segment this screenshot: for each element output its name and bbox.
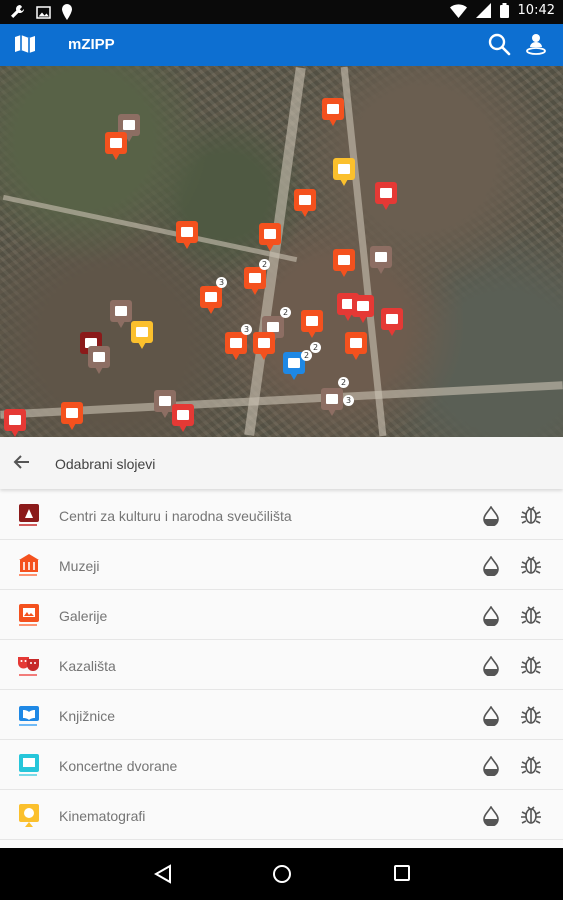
home-circle-icon[interactable] [272, 864, 292, 884]
cluster-count[interactable]: 2 [280, 307, 291, 318]
cluster-count[interactable]: 2 [310, 342, 321, 353]
remove-layer-icon[interactable] [520, 754, 542, 776]
opacity-icon[interactable] [482, 806, 500, 826]
museum-marker[interactable] [225, 332, 247, 360]
image-icon [36, 5, 51, 19]
remove-layer-icon[interactable] [520, 654, 542, 676]
museum-marker[interactable] [259, 223, 281, 251]
gallery-marker[interactable] [244, 267, 266, 295]
theatre-marker[interactable] [381, 308, 403, 336]
opacity-icon[interactable] [482, 706, 500, 726]
theatre-marker[interactable] [172, 404, 194, 432]
app-bar: mZIPP [0, 24, 563, 66]
gallery-marker[interactable] [333, 249, 355, 277]
gallery-marker[interactable] [322, 98, 344, 126]
cluster-count[interactable]: 3 [343, 395, 354, 406]
gallery-marker[interactable] [253, 332, 275, 360]
remove-layer-icon[interactable] [520, 554, 542, 576]
layer-label: Kinematografi [59, 808, 146, 824]
back-arrow-icon[interactable] [12, 453, 30, 471]
map-road [0, 381, 563, 419]
cinema-icon [19, 804, 39, 827]
layer-label: Koncertne dvorane [59, 758, 178, 774]
gallery-marker[interactable] [294, 189, 316, 217]
museum-marker[interactable] [110, 300, 132, 328]
museum-icon [19, 554, 39, 576]
opacity-icon[interactable] [482, 556, 500, 576]
cluster-count[interactable]: 2 [259, 259, 270, 270]
gallery-marker[interactable] [301, 310, 323, 338]
theatre-marker[interactable] [352, 295, 374, 323]
back-triangle-icon[interactable] [154, 864, 172, 884]
battery-icon [499, 3, 509, 18]
opacity-icon[interactable] [482, 656, 500, 676]
museum-marker[interactable] [88, 346, 110, 374]
museum-marker[interactable] [321, 388, 343, 416]
recents-square-icon[interactable] [393, 864, 411, 882]
layer-row-galleries[interactable]: Galerije [0, 591, 563, 640]
clock: 10:42 [517, 3, 555, 18]
map-road [2, 194, 298, 263]
library-icon [19, 706, 39, 726]
signal-icon [475, 3, 491, 18]
museum-marker[interactable] [200, 286, 222, 314]
remove-layer-icon[interactable] [520, 704, 542, 726]
cinema-marker[interactable] [131, 321, 153, 349]
app-title: mZIPP [68, 36, 115, 53]
layer-row-cultural-centres[interactable]: Centri za kulturu i narodna sveučilišta [0, 491, 563, 540]
remove-layer-icon[interactable] [520, 504, 542, 526]
layer-row-museums[interactable]: Muzeji [0, 541, 563, 590]
cultural-centre-icon [19, 504, 39, 526]
layer-row-cinemas[interactable]: Kinematografi [0, 791, 563, 840]
layer-label: Kazališta [59, 658, 116, 674]
opacity-icon[interactable] [482, 606, 500, 626]
panel-title: Odabrani slojevi [55, 456, 156, 472]
remove-layer-icon[interactable] [520, 604, 542, 626]
museum-marker[interactable] [345, 332, 367, 360]
museum-marker[interactable] [105, 132, 127, 160]
theatre-marker[interactable] [4, 409, 26, 437]
museum-marker[interactable] [61, 402, 83, 430]
layer-label: Centri za kulturu i narodna sveučilišta [59, 508, 292, 524]
map-view[interactable]: 2 3 2 3 2 2 2 3 [0, 66, 563, 437]
search-icon[interactable] [487, 32, 511, 56]
theatre-marker[interactable] [375, 182, 397, 210]
status-bar: 10:42 [0, 0, 563, 24]
cinema-marker[interactable] [333, 158, 355, 186]
map-icon[interactable] [14, 34, 36, 54]
museum-marker[interactable] [370, 246, 392, 274]
wrench-icon [11, 5, 24, 18]
panel-header: Odabrani slojevi [0, 437, 563, 489]
layer-row-libraries[interactable]: Knjižnice [0, 691, 563, 740]
gallery-marker[interactable] [176, 221, 198, 249]
cluster-count[interactable]: 2 [338, 377, 349, 388]
layer-row-theatres[interactable]: Kazališta [0, 641, 563, 690]
cluster-count[interactable]: 2 [301, 350, 312, 361]
concert-hall-icon [19, 754, 39, 776]
person-pin-icon[interactable] [526, 33, 546, 55]
cluster-count[interactable]: 3 [216, 277, 227, 288]
system-nav-bar [0, 848, 563, 900]
cluster-count[interactable]: 3 [241, 324, 252, 335]
layer-label: Galerije [59, 608, 108, 624]
opacity-icon[interactable] [482, 756, 500, 776]
wifi-icon [449, 3, 467, 18]
layer-row-concert-halls[interactable]: Koncertne dvorane [0, 741, 563, 790]
gallery-icon [19, 604, 39, 626]
opacity-icon[interactable] [482, 506, 500, 526]
location-pin-icon [62, 4, 72, 20]
layer-label: Muzeji [59, 558, 100, 574]
theatre-masks-icon [18, 657, 39, 676]
layers-panel: Odabrani slojevi Centri za kulturu i nar… [0, 437, 563, 848]
remove-layer-icon[interactable] [520, 804, 542, 826]
layer-label: Knjižnice [59, 708, 116, 724]
